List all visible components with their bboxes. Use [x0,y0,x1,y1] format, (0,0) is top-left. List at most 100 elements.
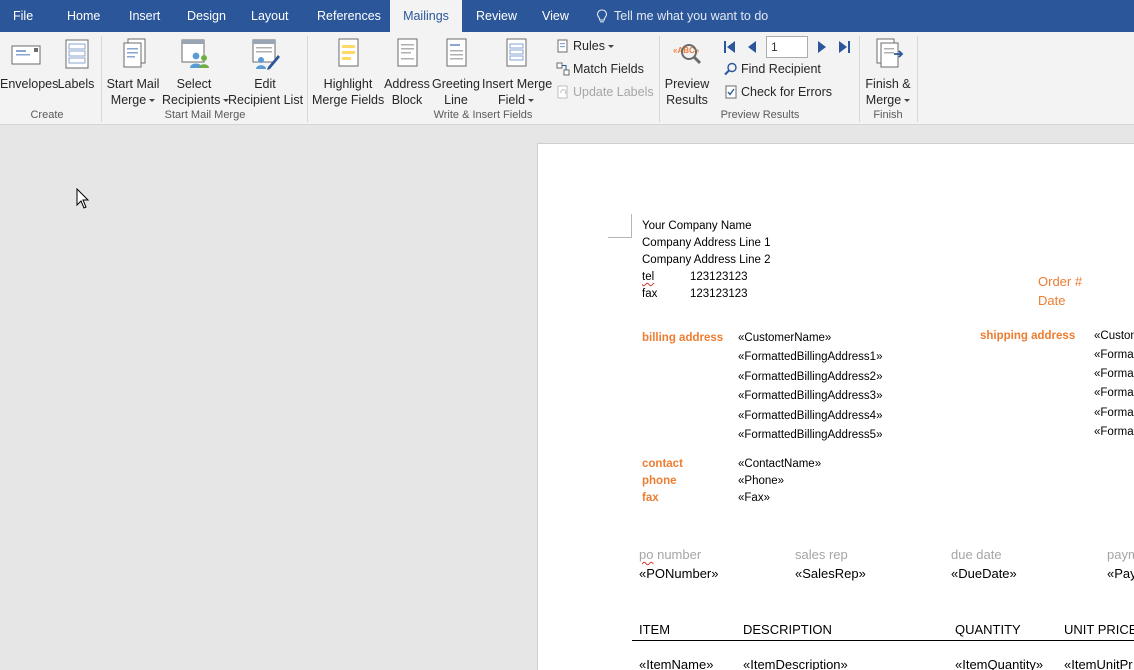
billing-field-address-1: «FormattedBillingAddress1» [738,351,883,363]
column-header-item: ITEM [639,622,671,637]
address-block-label: Address Block [384,77,430,107]
shipping-field-address-3: «Forma [1094,387,1134,399]
billing-field-address-4: «FormattedBillingAddress4» [738,410,883,422]
column-header-description: DESCRIPTION [743,622,832,637]
labels-icon [65,39,89,69]
column-header-quantity: QUANTITY [955,622,1021,637]
shipping-field-address-1: «Forma [1094,349,1134,361]
mouse-pointer-icon [76,188,90,209]
tab-mailings[interactable]: Mailings [390,0,462,32]
find-recipient-icon [724,62,737,76]
tell-me-placeholder: Tell me what you want to do [614,9,769,23]
shipping-field-customer-name: «Custon [1094,330,1134,342]
document-stack-icon [123,38,146,68]
greeting-line-button[interactable]: Greeting Line [431,36,481,108]
phone-field: «Phone» [738,475,785,487]
check-for-errors-button[interactable]: Check for Errors [724,82,832,102]
due-date-field: «DueDate» [951,566,1017,581]
rules-icon [557,39,568,53]
match-fields-button[interactable]: Match Fields [556,59,644,79]
select-recipients-button[interactable]: Select Recipients [162,36,230,108]
group-separator [859,36,860,122]
edit-recipient-list-button[interactable]: Edit Recipient List [228,36,304,108]
start-mail-merge-label: Start Mail Merge [106,77,160,107]
highlight-merge-fields-label: Highlight Merge Fields [312,77,385,107]
due-date-label: due date [951,547,1002,562]
preview-results-label: Preview Results [664,77,710,107]
column-header-unit-price: UNIT PRICE [1064,622,1134,637]
find-recipient-label: Find Recipient [741,62,821,76]
margin-corner-mark [631,214,632,238]
labels-button[interactable]: Labels [56,36,96,92]
tab-design[interactable]: Design [187,0,226,32]
group-label-start-mail-merge: Start Mail Merge [164,109,246,121]
group-separator [307,36,308,122]
group-label-write-insert-fields: Write & Insert Fields [433,109,533,121]
finish-merge-button[interactable]: Finish & Merge [862,36,914,108]
tab-view[interactable]: View [542,0,569,32]
rules-button[interactable]: Rules [556,36,614,56]
document-page[interactable] [537,143,1134,670]
payment-field: «Pay [1107,566,1134,581]
update-labels-button[interactable]: Update Labels [556,82,654,102]
billing-field-address-5: «FormattedBillingAddress5» [738,429,883,441]
po-number-field: «PONumber» [639,566,719,581]
envelopes-button[interactable]: Envelopes [0,36,59,92]
recipients-icon [181,39,209,68]
greeting-line-icon [446,38,467,67]
ribbon-tab-bar: File Home Insert Design Layout Reference… [0,0,1134,32]
preview-results-button[interactable]: «ABC» Preview Results [663,36,711,108]
check-for-errors-label: Check for Errors [741,85,832,99]
next-record-icon[interactable] [814,39,830,55]
order-number-label: Order # [1038,274,1083,289]
update-labels-label: Update Labels [573,85,654,99]
rules-label: Rules [573,39,605,53]
tell-me-search[interactable]: Tell me what you want to do [596,0,768,32]
tab-file[interactable]: File [13,0,33,32]
last-record-icon[interactable] [836,39,852,55]
shipping-field-address-4: «Forma [1094,407,1134,419]
shipping-field-address-2: «Forma [1094,368,1134,380]
tab-references[interactable]: References [317,0,381,32]
insert-merge-field-button[interactable]: Insert Merge Field [482,36,552,108]
labels-label: Labels [57,77,95,91]
group-separator [659,36,660,122]
find-recipient-button[interactable]: Find Recipient [724,59,821,79]
margin-corner-mark [608,237,632,238]
tab-review[interactable]: Review [476,0,517,32]
mailings-ribbon: Envelopes Labels Create Start MailMerge [0,32,1134,125]
tab-layout[interactable]: Layout [251,0,289,32]
po-number-label: po number [639,547,701,562]
sales-rep-label: sales rep [795,547,848,562]
shipping-field-address-5: «Forma [1094,426,1134,438]
highlight-fields-icon [338,38,359,67]
billing-field-customer-name: «CustomerName» [738,332,832,344]
group-label-preview-results: Preview Results [720,109,800,121]
group-label-finish: Finish [873,109,903,121]
tab-home[interactable]: Home [67,0,100,32]
phone-label: phone [642,475,677,487]
first-record-icon[interactable] [722,39,738,55]
contact-fax-label: fax [642,492,659,504]
payment-label: paym [1107,547,1134,562]
company-name: Your Company Name [642,220,752,232]
date-label: Date [1038,293,1066,308]
finish-merge-label: Finish & Merge [865,77,911,107]
tel-value: 123123123 [690,271,748,283]
billing-field-address-3: «FormattedBillingAddress3» [738,390,883,402]
envelopes-label: Envelopes [0,77,59,91]
tel-label: tel [642,271,655,283]
address-block-button[interactable]: Address Block [384,36,430,108]
record-number-input[interactable] [766,36,808,58]
previous-record-icon[interactable] [744,39,760,55]
edit-recipient-list-label: Edit Recipient List [228,77,304,107]
highlight-merge-fields-button[interactable]: Highlight Merge Fields [312,36,384,108]
start-mail-merge-button[interactable]: Start Mail Merge [106,36,160,108]
group-label-create: Create [30,109,64,121]
company-address-line-1: Company Address Line 1 [642,237,771,249]
item-name-field: «ItemName» [639,657,714,670]
item-quantity-field: «ItemQuantity» [955,657,1044,670]
tab-insert[interactable]: Insert [129,0,160,32]
envelope-icon [11,45,41,65]
item-unit-price-field: «ItemUnitPr [1064,657,1133,670]
